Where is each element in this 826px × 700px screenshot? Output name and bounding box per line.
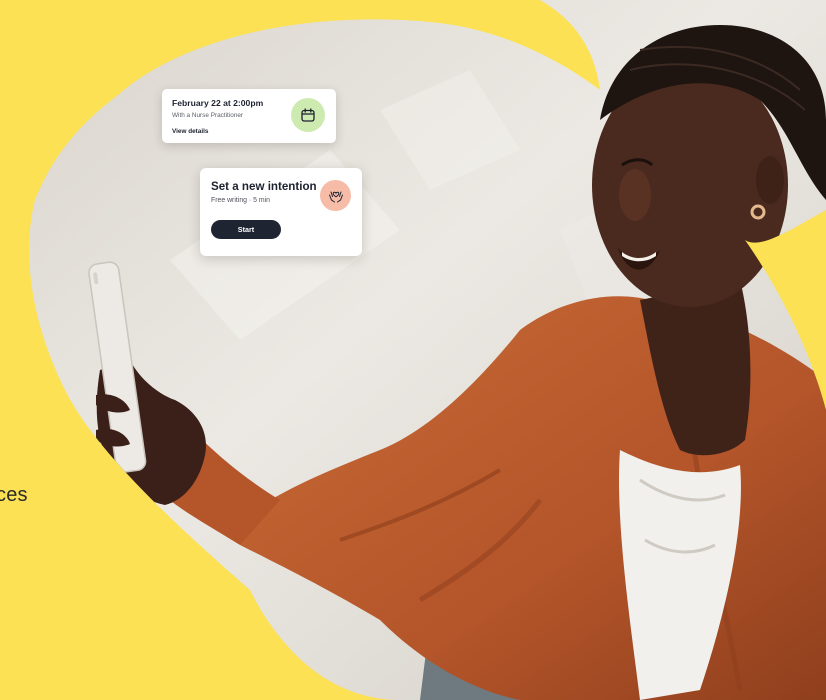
start-button[interactable]: Start <box>211 220 281 239</box>
calendar-icon <box>291 98 325 132</box>
hero-section: ces February 22 at 2:00pm With a Nurse P… <box>0 0 826 700</box>
side-heading-fragment: ces <box>0 484 28 506</box>
hands-heart-icon <box>320 180 351 211</box>
appointment-card[interactable]: February 22 at 2:00pm With a Nurse Pract… <box>162 89 336 143</box>
hero-photo <box>29 0 826 700</box>
intention-card: Set a new intention Free writing · 5 min… <box>200 168 362 256</box>
view-details-link[interactable]: View details <box>172 127 208 136</box>
